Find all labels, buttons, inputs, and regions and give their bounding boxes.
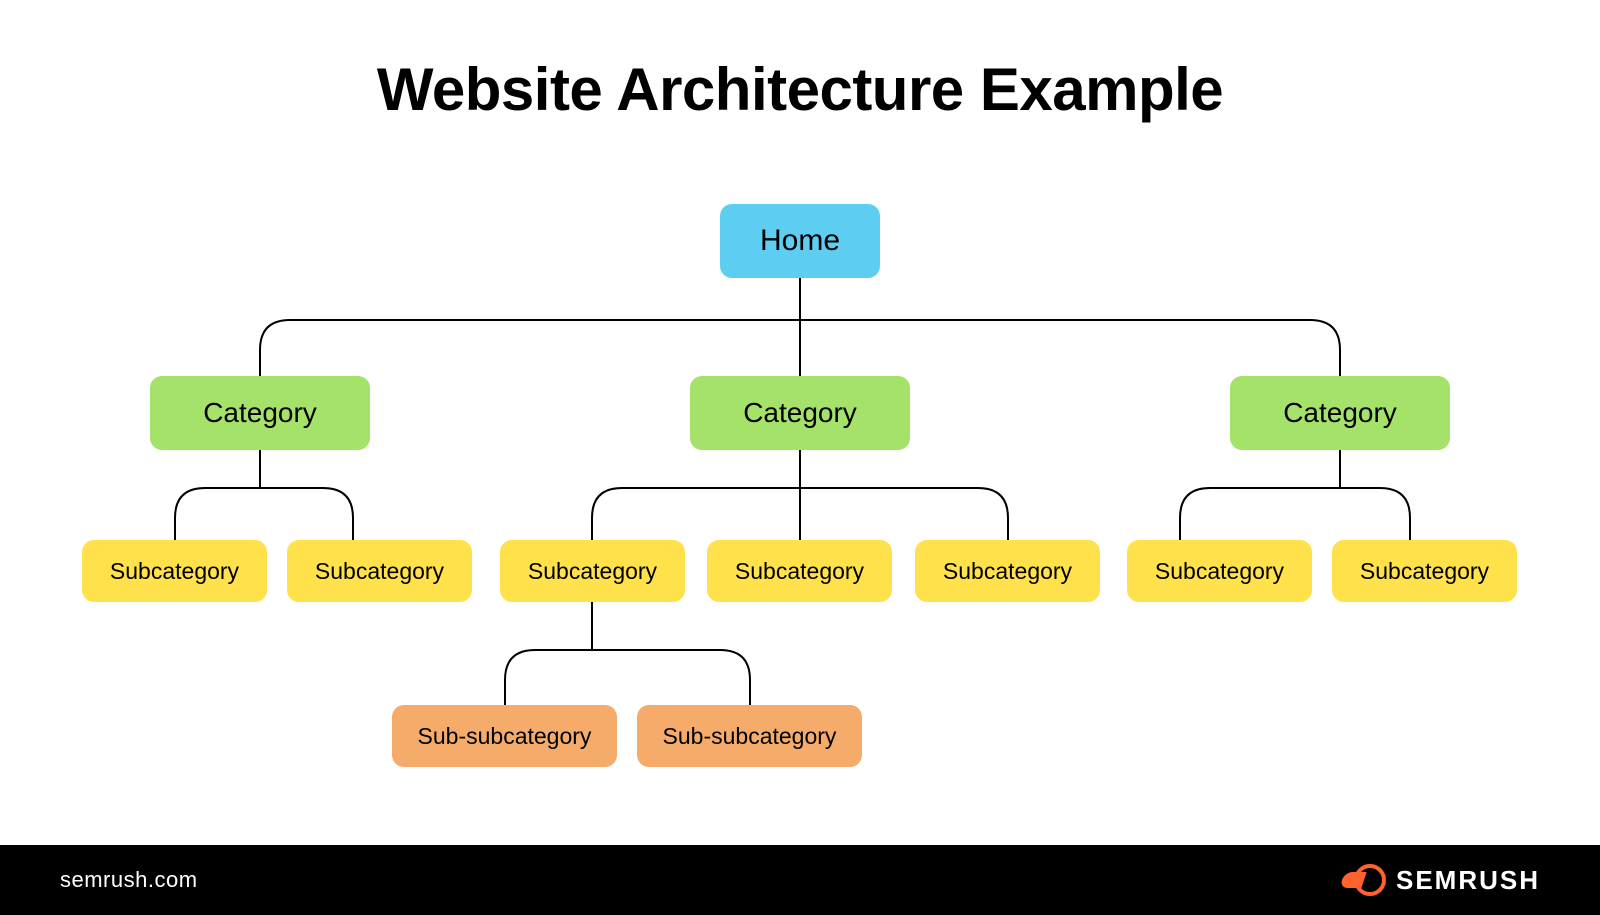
node-label: Subcategory bbox=[110, 560, 239, 583]
node-label: Sub-subcategory bbox=[663, 725, 837, 748]
node-label: Subcategory bbox=[315, 560, 444, 583]
connector-lines bbox=[0, 0, 1600, 915]
node-label: Subcategory bbox=[528, 560, 657, 583]
node-label: Category bbox=[203, 399, 317, 427]
node-subcategory-2b: Subcategory bbox=[707, 540, 892, 602]
node-label: Subcategory bbox=[735, 560, 864, 583]
node-label: Subcategory bbox=[943, 560, 1072, 583]
footer-site-url: semrush.com bbox=[60, 867, 198, 893]
node-label: Category bbox=[1283, 399, 1397, 427]
footer-brand: SEMRUSH bbox=[1354, 864, 1540, 896]
page-title: Website Architecture Example bbox=[0, 55, 1600, 124]
node-sub-subcategory-2: Sub-subcategory bbox=[637, 705, 862, 767]
node-label: Category bbox=[743, 399, 857, 427]
node-subcategory-2c: Subcategory bbox=[915, 540, 1100, 602]
node-label: Home bbox=[760, 226, 840, 256]
node-subcategory-3a: Subcategory bbox=[1127, 540, 1312, 602]
node-label: Subcategory bbox=[1360, 560, 1489, 583]
node-subcategory-3b: Subcategory bbox=[1332, 540, 1517, 602]
node-label: Subcategory bbox=[1155, 560, 1284, 583]
footer-brand-word: SEMRUSH bbox=[1396, 865, 1540, 896]
node-label: Sub-subcategory bbox=[418, 725, 592, 748]
node-subcategory-1b: Subcategory bbox=[287, 540, 472, 602]
node-category-1: Category bbox=[150, 376, 370, 450]
node-category-2: Category bbox=[690, 376, 910, 450]
diagram-canvas: Website Architecture Example bbox=[0, 0, 1600, 915]
node-subcategory-1a: Subcategory bbox=[82, 540, 267, 602]
node-subcategory-2a: Subcategory bbox=[500, 540, 685, 602]
node-home: Home bbox=[720, 204, 880, 278]
node-sub-subcategory-1: Sub-subcategory bbox=[392, 705, 617, 767]
semrush-logo-icon bbox=[1354, 864, 1386, 896]
node-category-3: Category bbox=[1230, 376, 1450, 450]
footer: semrush.com SEMRUSH bbox=[0, 845, 1600, 915]
